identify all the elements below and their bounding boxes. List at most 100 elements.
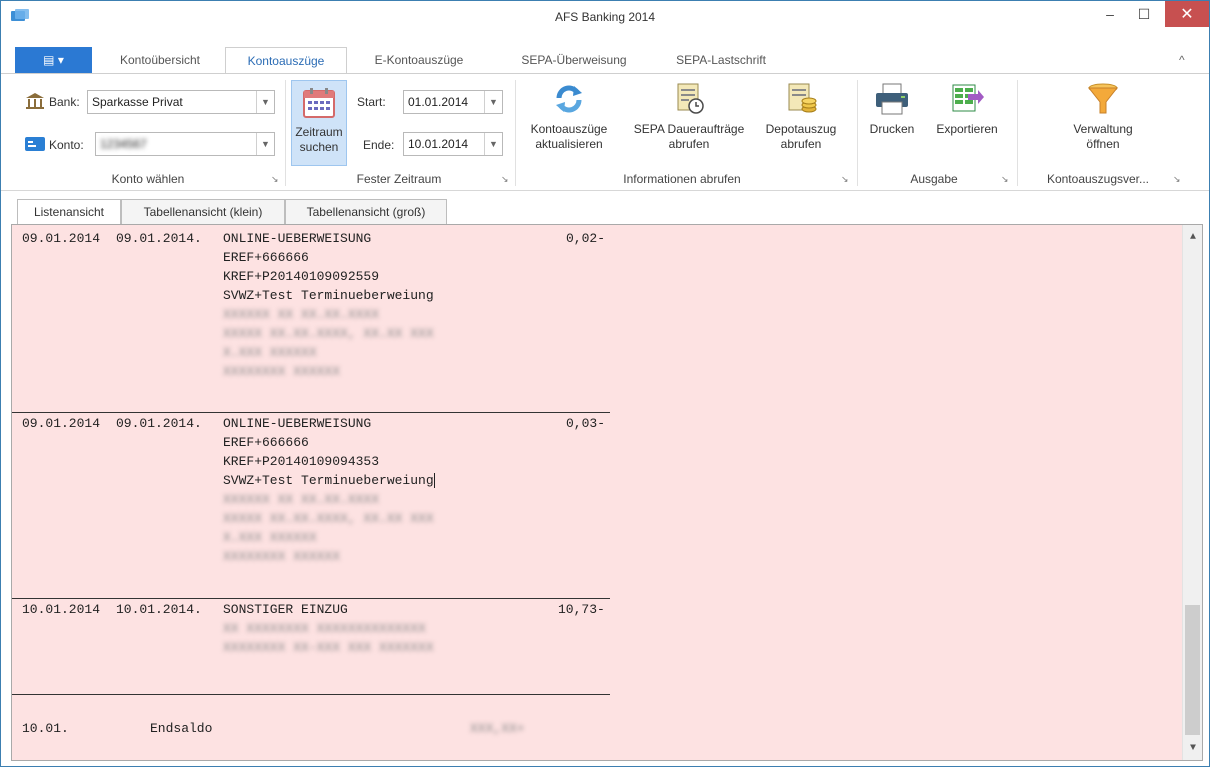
group-separator	[1017, 80, 1018, 186]
close-button[interactable]: ✕	[1165, 1, 1209, 27]
refresh-icon	[556, 85, 582, 113]
chevron-down-icon: ▼	[256, 91, 274, 113]
transaction-type: SONSTIGER EINZUG	[223, 602, 348, 617]
statement-list[interactable]: 09.01.2014 09.01.2014. ONLINE-UEBERWEISU…	[11, 224, 1203, 761]
value-date: 09.01.2014.	[116, 416, 202, 431]
transaction-amount: 10,73-	[558, 602, 605, 617]
dialog-launcher-icon[interactable]: ↘	[271, 174, 281, 184]
ribbon: Bank: Sparkasse Privat ▼ Konto: 1234567 …	[1, 73, 1209, 191]
depot-statement-icon	[788, 83, 817, 113]
tab-listenansicht[interactable]: Listenansicht	[17, 199, 121, 225]
group-label-informationen: Informationen abrufen	[623, 172, 741, 186]
maximize-button[interactable]: ☐	[1127, 1, 1161, 27]
start-date-value: 01.01.2014	[408, 95, 469, 109]
scroll-up-icon[interactable]: ▲	[1183, 227, 1202, 247]
scrollbar-thumb[interactable]	[1185, 605, 1200, 735]
transaction-type: ONLINE-UEBERWEISUNG	[223, 231, 372, 246]
tab-e-kontoauszuege[interactable]: E-Kontoauszüge	[353, 47, 485, 73]
kontoauszuege-aktualisieren-button[interactable]: Kontoauszüge aktualisieren	[519, 82, 619, 166]
bank-select[interactable]: Sparkasse Privat ▼	[87, 90, 275, 114]
value-date: 10.01.2014.	[116, 602, 202, 617]
transaction-amount: 0,03-	[566, 416, 606, 431]
bank-select-value: Sparkasse Privat	[92, 95, 183, 109]
booking-date: 09.01.2014	[22, 416, 101, 431]
booking-date: 10.01.2014	[22, 602, 101, 617]
bank-label: Bank:	[49, 95, 80, 109]
chevron-down-icon: ▼	[484, 133, 502, 155]
transaction-detail: KREF+P20140109094353	[223, 454, 380, 469]
tab-tabellenansicht-klein[interactable]: Tabellenansicht (klein)	[121, 199, 285, 224]
verwaltung-oeffnen-label: Verwaltung öffnen	[1073, 122, 1133, 151]
entry-separator	[12, 598, 610, 599]
zeitraum-suchen-label: Zeitraum suchen	[295, 125, 343, 154]
transaction-detail: SVWZ+Test Terminueberweiung	[223, 288, 434, 303]
kontoauszuege-aktualisieren-label: Kontoauszüge aktualisieren	[530, 122, 608, 151]
group-label-zeitraum: Fester Zeitraum	[356, 172, 442, 186]
export-spreadsheet-icon	[952, 84, 984, 112]
entry-separator	[12, 694, 610, 695]
file-menu-button[interactable]: ▤ ▾	[15, 47, 92, 73]
redacted-detail: XXXXX XX.XX.XXXX, XX.XX XXX	[223, 326, 434, 341]
ribbon-tab-bar: ▤ ▾ Kontoübersicht Kontoauszüge E-Kontoa…	[1, 47, 1209, 74]
group-label-konto: Konto wählen	[111, 172, 185, 186]
transaction-detail: EREF+666666	[223, 435, 309, 450]
transaction-type: ONLINE-UEBERWEISUNG	[223, 416, 372, 431]
closing-amount: XXX,XX+	[470, 721, 525, 736]
konto-select[interactable]: 1234567 ▼	[95, 132, 275, 156]
end-date-picker[interactable]: 10.01.2014 ▼	[403, 132, 503, 156]
title-bar: AFS Banking 2014 – ☐ ✕	[1, 1, 1209, 33]
tab-kontoauszuege[interactable]: Kontoauszüge	[225, 47, 347, 74]
application-window: AFS Banking 2014 – ☐ ✕ ▤ ▾ Kontoübersich…	[0, 0, 1210, 767]
group-label-ausgabe: Ausgabe	[910, 172, 958, 186]
tab-kontouebersicht[interactable]: Kontoübersicht	[101, 47, 219, 73]
redacted-detail: XXXXXX XX XX.XX.XXXX	[223, 492, 380, 507]
sepa-dauerauftraege-button[interactable]: SEPA Daueraufträge abrufen	[623, 82, 755, 166]
minimize-button[interactable]: –	[1093, 1, 1127, 27]
konto-select-value: 1234567	[100, 137, 147, 151]
zeitraum-suchen-button[interactable]: Zeitraum suchen	[291, 80, 347, 166]
sepa-dauerauftraege-label: SEPA Daueraufträge abrufen	[633, 122, 745, 151]
verwaltung-oeffnen-button[interactable]: Verwaltung öffnen	[1041, 82, 1165, 166]
redacted-detail: XXXXXXXX XX-XXX XXX XXXXXXX	[223, 640, 434, 655]
transaction-detail: KREF+P20140109092559	[223, 269, 380, 284]
tab-sepa-lastschrift[interactable]: SEPA-Lastschrift	[653, 47, 789, 73]
closing-label: Endsaldo	[150, 721, 213, 736]
tab-sepa-ueberweisung[interactable]: SEPA-Überweisung	[501, 47, 647, 73]
funnel-icon	[1087, 83, 1119, 114]
chevron-down-icon: ▼	[256, 133, 274, 155]
drucken-button[interactable]: Drucken	[861, 82, 923, 166]
account-card-icon	[25, 137, 45, 151]
transaction-amount: 0,02-	[566, 231, 606, 246]
standing-order-document-icon	[677, 83, 704, 114]
dialog-launcher-icon[interactable]: ↘	[501, 174, 511, 184]
depotauszug-button[interactable]: Depotauszug abrufen	[759, 82, 843, 166]
end-date-value: 10.01.2014	[408, 137, 469, 151]
group-separator	[285, 80, 286, 186]
redacted-detail: XXXXXXXX XXXXXX	[223, 364, 341, 379]
collapse-ribbon-button[interactable]: ^	[1179, 53, 1185, 67]
bank-icon	[26, 93, 44, 109]
redacted-detail: X.XXX XXXXXX	[223, 345, 317, 360]
group-separator	[515, 80, 516, 186]
start-label: Start:	[357, 95, 386, 109]
redacted-detail: XXXXXXXX XXXXXX	[223, 549, 341, 564]
dialog-launcher-icon[interactable]: ↘	[1001, 174, 1011, 184]
depotauszug-label: Depotauszug abrufen	[765, 122, 837, 151]
closing-date: 10.01.	[22, 721, 69, 736]
redacted-detail: XXXXXX XX XX.XX.XXXX	[223, 307, 380, 322]
booking-date: 09.01.2014	[22, 231, 101, 246]
chevron-down-icon: ▼	[484, 91, 502, 113]
vertical-scrollbar[interactable]: ▲ ▼	[1182, 225, 1202, 760]
exportieren-button[interactable]: Exportieren	[925, 82, 1009, 166]
start-date-picker[interactable]: 01.01.2014 ▼	[403, 90, 503, 114]
calendar-icon	[303, 88, 335, 118]
redacted-detail: X.XXX XXXXXX	[223, 530, 317, 545]
tab-tabellenansicht-gross[interactable]: Tabellenansicht (groß)	[285, 199, 447, 224]
dialog-launcher-icon[interactable]: ↘	[1173, 174, 1183, 184]
scroll-down-icon[interactable]: ▼	[1183, 738, 1202, 758]
printer-icon	[876, 83, 908, 115]
group-separator	[857, 80, 858, 186]
dialog-launcher-icon[interactable]: ↘	[841, 174, 851, 184]
konto-label: Konto:	[49, 138, 84, 152]
drucken-label: Drucken	[869, 122, 915, 136]
